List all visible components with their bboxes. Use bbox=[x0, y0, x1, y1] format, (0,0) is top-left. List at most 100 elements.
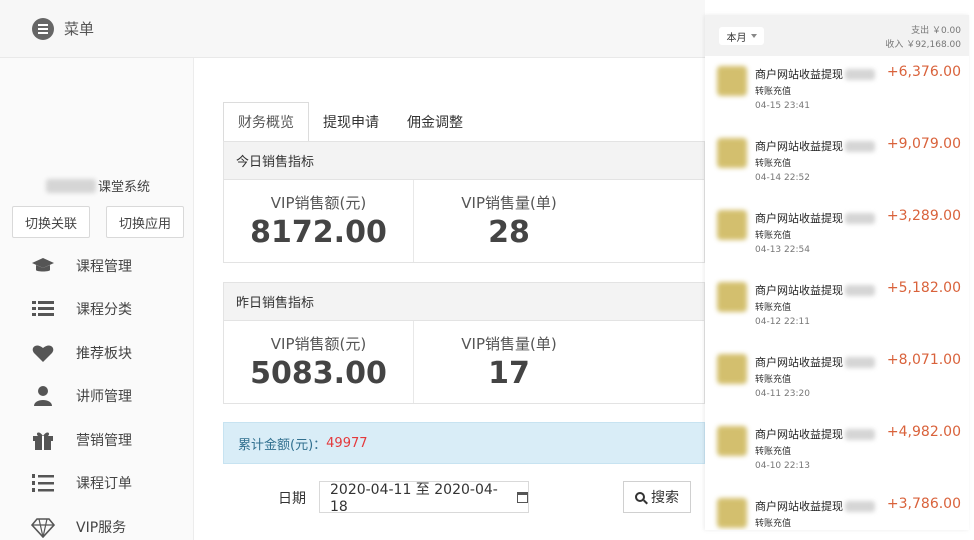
transaction-item[interactable]: 商户网站收益提现 转账充值 04-10 22:13 +4,982.00 bbox=[705, 420, 969, 492]
transaction-type: 转账充值 bbox=[755, 303, 792, 313]
transaction-time: 04-12 22:11 bbox=[755, 317, 810, 327]
tab-finance-overview[interactable]: 财务概览 bbox=[223, 102, 309, 142]
transaction-amount: +3,289.00 bbox=[886, 208, 961, 224]
redacted-blur bbox=[845, 212, 875, 224]
ordered-list-icon bbox=[30, 472, 56, 494]
calendar-icon bbox=[517, 491, 528, 503]
transaction-item[interactable]: 商户网站收益提现 转账充值 04-12 22:11 +5,182.00 bbox=[705, 276, 969, 348]
tab-commission-adjust[interactable]: 佣金调整 bbox=[393, 102, 477, 142]
transaction-title: 商户网站收益提现 bbox=[755, 500, 843, 513]
sidebar-item-label: VIP服务 bbox=[76, 519, 127, 536]
date-label: 日期 bbox=[278, 491, 306, 507]
stat-label: VIP销售量(单) bbox=[461, 194, 557, 212]
transaction-title: 商户网站收益提现 bbox=[755, 68, 843, 81]
today-sales-amount: VIP销售额(元) 8172.00 bbox=[224, 180, 414, 262]
transaction-amount: +5,182.00 bbox=[886, 280, 961, 296]
total-label: 累计金额(元)： bbox=[238, 437, 327, 453]
graduation-cap-icon bbox=[30, 255, 56, 277]
stat-label: VIP销售量(单) bbox=[461, 335, 557, 353]
stat-value: 17 bbox=[488, 356, 530, 391]
transaction-item[interactable]: 商户网站收益提现 转账充值 04-14 22:52 +9,079.00 bbox=[705, 132, 969, 204]
transaction-type: 转账充值 bbox=[755, 231, 792, 241]
transaction-time: 04-14 22:52 bbox=[755, 173, 810, 183]
sidebar-item-label: 推荐板块 bbox=[76, 345, 132, 362]
sidebar-item-label: 课程分类 bbox=[76, 302, 132, 319]
tab-withdraw-request[interactable]: 提现申请 bbox=[309, 102, 393, 142]
redacted-blur bbox=[845, 500, 875, 512]
stat-value: 28 bbox=[488, 215, 530, 250]
redacted-blur bbox=[845, 284, 875, 296]
transaction-amount: +4,982.00 bbox=[886, 424, 961, 440]
total-value: 49977 bbox=[326, 435, 368, 451]
tab-bar: 财务概览 提现申请 佣金调整 bbox=[223, 102, 477, 142]
transaction-type: 转账充值 bbox=[755, 519, 792, 529]
transaction-time: 04-13 22:54 bbox=[755, 245, 810, 255]
merchant-avatar bbox=[717, 138, 747, 168]
transaction-summary-header: 本月 支出 ￥0.00 收入 ￥92,168.00 bbox=[705, 15, 969, 56]
transaction-title: 商户网站收益提现 bbox=[755, 284, 843, 297]
total-amount-bar: 累计金额(元)： 49977 bbox=[223, 422, 705, 464]
transaction-title: 商户网站收益提现 bbox=[755, 356, 843, 369]
transaction-amount: +8,071.00 bbox=[886, 352, 961, 368]
redacted-blur bbox=[845, 68, 875, 80]
sidebar-item-vip[interactable]: VIP服务 bbox=[0, 505, 194, 540]
expense-summary: 支出 ￥0.00 bbox=[911, 26, 961, 36]
yesterday-sales-count: VIP销售量(单) 17 bbox=[414, 321, 604, 403]
sidebar-item-teachers[interactable]: 讲师管理 bbox=[0, 375, 194, 419]
transaction-amount: +3,786.00 bbox=[886, 496, 961, 512]
merchant-avatar bbox=[717, 210, 747, 240]
sidebar-item-label: 课程订单 bbox=[76, 476, 132, 493]
transaction-item[interactable]: 商户网站收益提现 转账充值 04-15 23:41 +6,376.00 bbox=[705, 60, 969, 132]
transaction-item[interactable]: 商户网站收益提现 转账充值 04-13 22:54 +3,289.00 bbox=[705, 204, 969, 276]
sidebar-item-recommend[interactable]: 推荐板块 bbox=[0, 331, 194, 375]
redacted-blur bbox=[845, 428, 875, 440]
transaction-title: 商户网站收益提现 bbox=[755, 140, 843, 153]
sidebar-item-categories[interactable]: 课程分类 bbox=[0, 288, 194, 332]
transaction-item[interactable]: 商户网站收益提现 转账充值 04-11 23:20 +8,071.00 bbox=[705, 348, 969, 420]
month-selector[interactable]: 本月 bbox=[719, 27, 764, 45]
transaction-type: 转账充值 bbox=[755, 375, 792, 385]
teacher-icon bbox=[30, 385, 56, 407]
search-label: 搜索 bbox=[651, 490, 679, 506]
merchant-avatar bbox=[717, 354, 747, 384]
redacted-blur bbox=[845, 140, 875, 152]
transaction-time: 04-11 23:20 bbox=[755, 389, 810, 399]
today-sales-count: VIP销售量(单) 28 bbox=[414, 180, 604, 262]
today-sales-panel: 今日销售指标 VIP销售额(元) 8172.00 VIP销售量(单) 28 bbox=[223, 141, 705, 263]
search-icon bbox=[635, 492, 645, 502]
chevron-down-icon bbox=[750, 34, 757, 38]
switch-app-button[interactable]: 切换应用 bbox=[106, 206, 184, 238]
stat-label: VIP销售额(元) bbox=[270, 194, 367, 212]
transaction-title: 商户网站收益提现 bbox=[755, 428, 843, 441]
sidebar-nav: 课程管理 课程分类 推荐板块 讲师管理 营销管理 课程订单 VIP服务 bbox=[0, 244, 194, 540]
redacted-blur bbox=[845, 356, 875, 368]
transaction-item[interactable]: 商户网站收益提现 转账充值 +3,786.00 bbox=[705, 492, 969, 530]
date-range-value: 2020-04-11 至 2020-04-18 bbox=[330, 482, 498, 515]
transaction-list-panel: 本月 支出 ￥0.00 收入 ￥92,168.00 商户网站收益提现 转账充值 … bbox=[705, 15, 969, 530]
transaction-type: 转账充值 bbox=[755, 87, 792, 97]
diamond-icon bbox=[30, 516, 56, 538]
merchant-avatar bbox=[717, 426, 747, 456]
gift-icon bbox=[30, 429, 56, 451]
sidebar: 课堂系统 切换关联 切换应用 课程管理 课程分类 推荐板块 讲师管理 营销管理 … bbox=[0, 58, 194, 540]
merchant-avatar bbox=[717, 66, 747, 96]
month-label: 本月 bbox=[726, 32, 747, 44]
system-name: 课堂系统 bbox=[46, 176, 150, 195]
sidebar-item-orders[interactable]: 课程订单 bbox=[0, 462, 194, 506]
income-summary: 收入 ￥92,168.00 bbox=[885, 40, 961, 50]
search-button[interactable]: 搜索 bbox=[623, 481, 691, 513]
switch-link-button[interactable]: 切换关联 bbox=[12, 206, 90, 238]
sidebar-item-marketing[interactable]: 营销管理 bbox=[0, 418, 194, 462]
main-content: 财务概览 提现申请 佣金调整 今日销售指标 VIP销售额(元) 8172.00 … bbox=[194, 58, 705, 540]
stat-label: VIP销售额(元) bbox=[270, 335, 367, 353]
menu-label[interactable]: 菜单 bbox=[64, 18, 94, 39]
transaction-type: 转账充值 bbox=[755, 159, 792, 169]
list-icon bbox=[30, 298, 56, 320]
yesterday-sales-amount: VIP销售额(元) 5083.00 bbox=[224, 321, 414, 403]
sidebar-item-courses[interactable]: 课程管理 bbox=[0, 244, 194, 288]
date-range-input[interactable]: 2020-04-11 至 2020-04-18 bbox=[319, 481, 529, 515]
transaction-title: 商户网站收益提现 bbox=[755, 212, 843, 225]
yesterday-sales-panel: 昨日销售指标 VIP销售额(元) 5083.00 VIP销售量(单) 17 bbox=[223, 282, 705, 404]
menu-icon[interactable] bbox=[32, 17, 54, 40]
top-bar: 菜单 bbox=[0, 0, 705, 58]
